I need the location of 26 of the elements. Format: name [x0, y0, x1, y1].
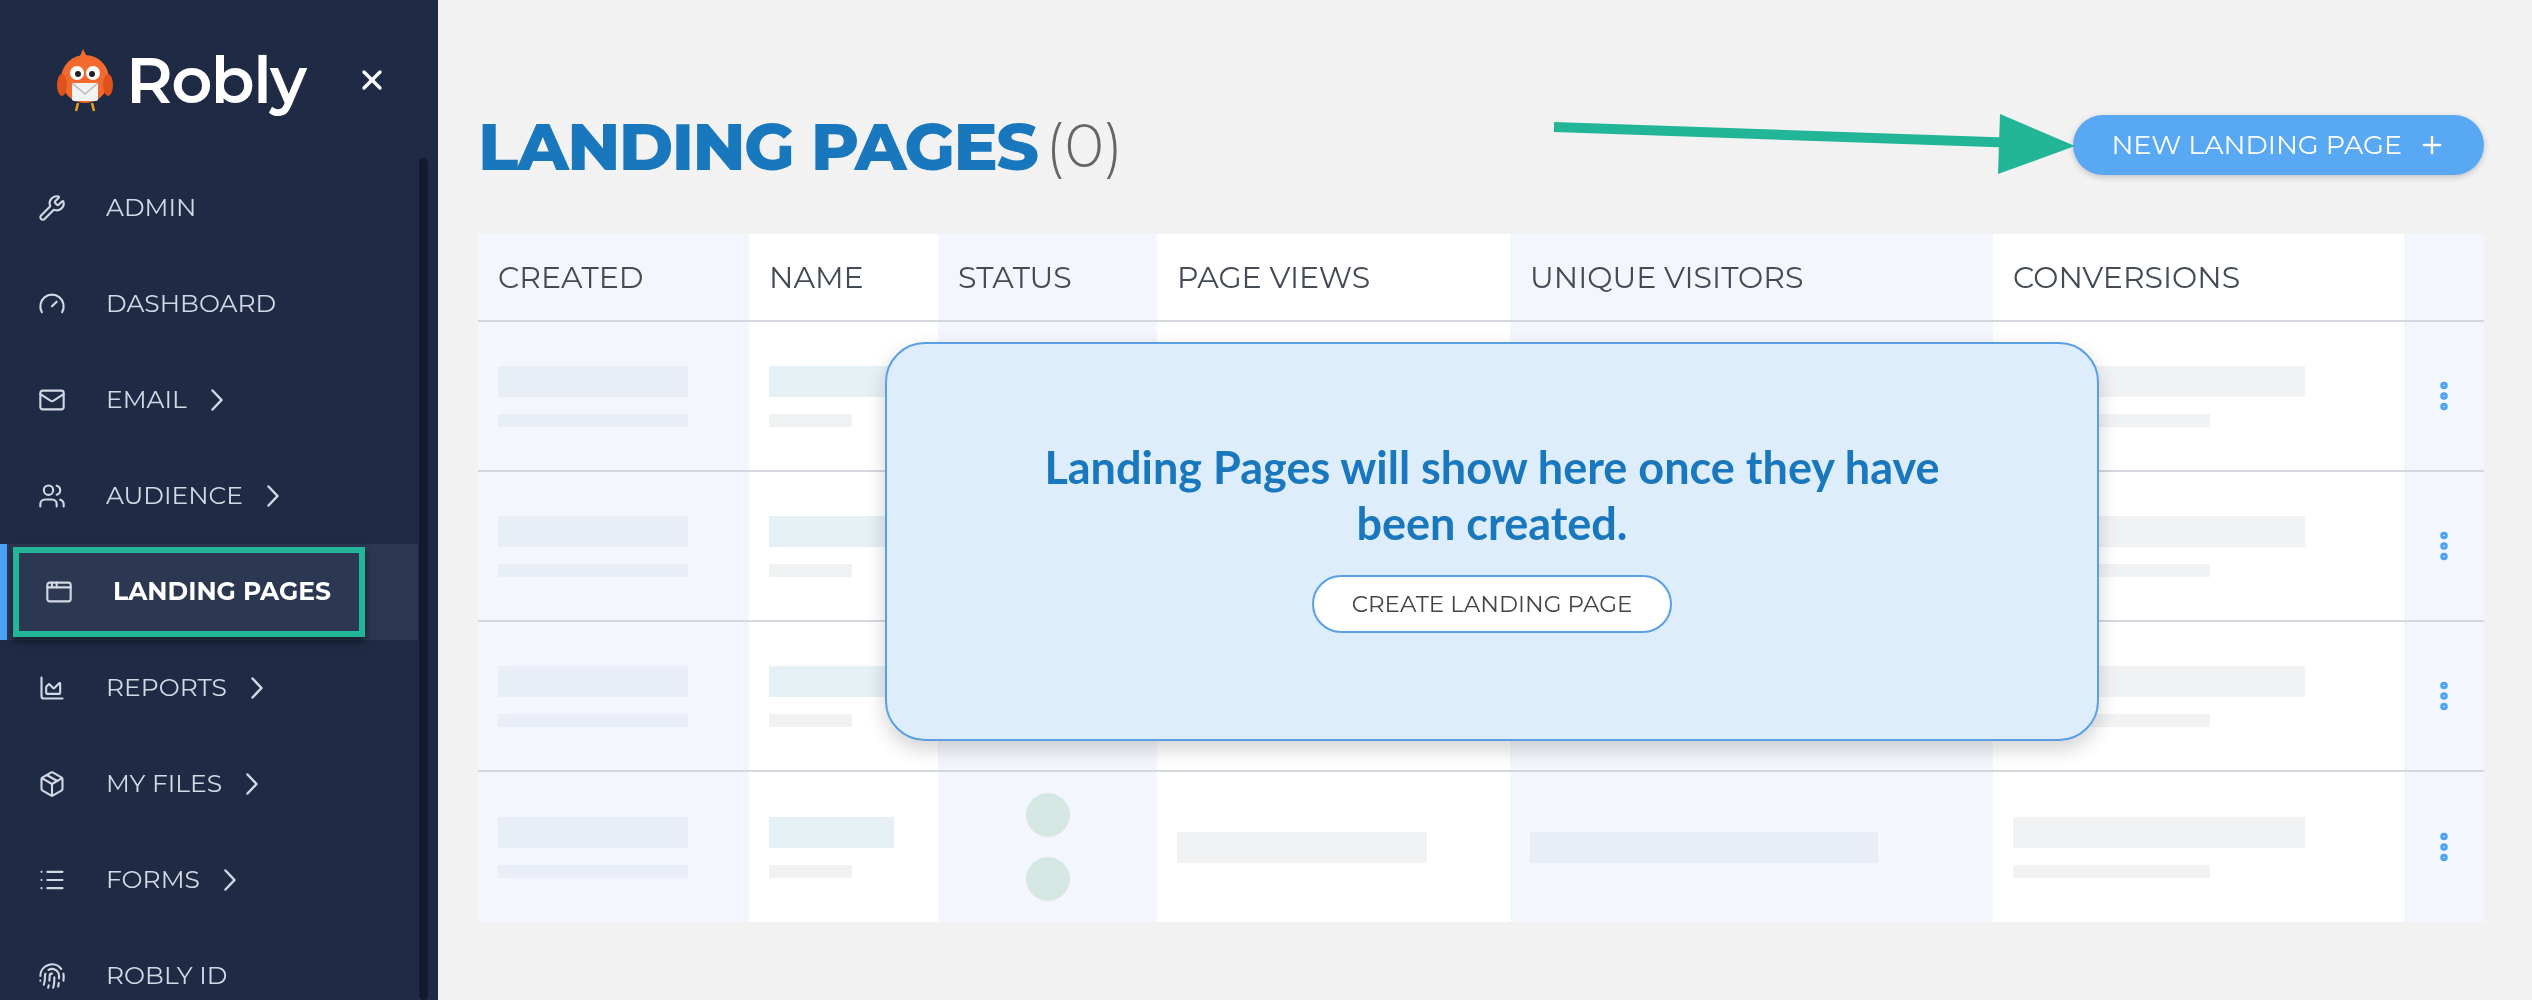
area-chart-icon [38, 674, 66, 702]
sidebar-item[interactable]: LANDING PAGES [0, 544, 418, 640]
sidebar-item[interactable]: REPORTS [0, 640, 418, 736]
column-header: CONVERSIONS [1993, 234, 2404, 320]
sidebar-item[interactable]: ADMIN [0, 160, 418, 256]
empty-state-message: Landing Pages will show here once they have been created. [1043, 439, 1941, 551]
sidebar-item[interactable]: EMAIL [0, 352, 418, 448]
sidebar-item[interactable]: AUDIENCE [0, 448, 418, 544]
box-icon [38, 770, 66, 798]
column-header: PAGE VIEWS [1157, 234, 1510, 320]
sidebar-item[interactable]: FORMS [0, 832, 418, 928]
sidebar-item[interactable]: DASHBOARD [0, 256, 418, 352]
column-header: CREATED [478, 234, 749, 320]
wrench-icon [38, 194, 66, 222]
page-title: LANDING PAGES [478, 104, 1038, 189]
column-header: UNIQUE VISITORS [1510, 234, 1993, 320]
create-landing-page-button[interactable]: CREATE LANDING PAGE [1311, 575, 1673, 633]
column-header: NAME [749, 234, 938, 320]
brand-name: Robly [126, 40, 306, 121]
people-icon [38, 482, 66, 510]
fingerprint-icon [38, 962, 66, 990]
page-count: (0) [1045, 108, 1124, 184]
sidebar-item[interactable]: MY FILES [0, 736, 418, 832]
sidebar-item[interactable]: ROBLY ID [0, 928, 418, 1000]
column-header: STATUS [938, 234, 1157, 320]
bird-logo-icon [56, 47, 114, 113]
